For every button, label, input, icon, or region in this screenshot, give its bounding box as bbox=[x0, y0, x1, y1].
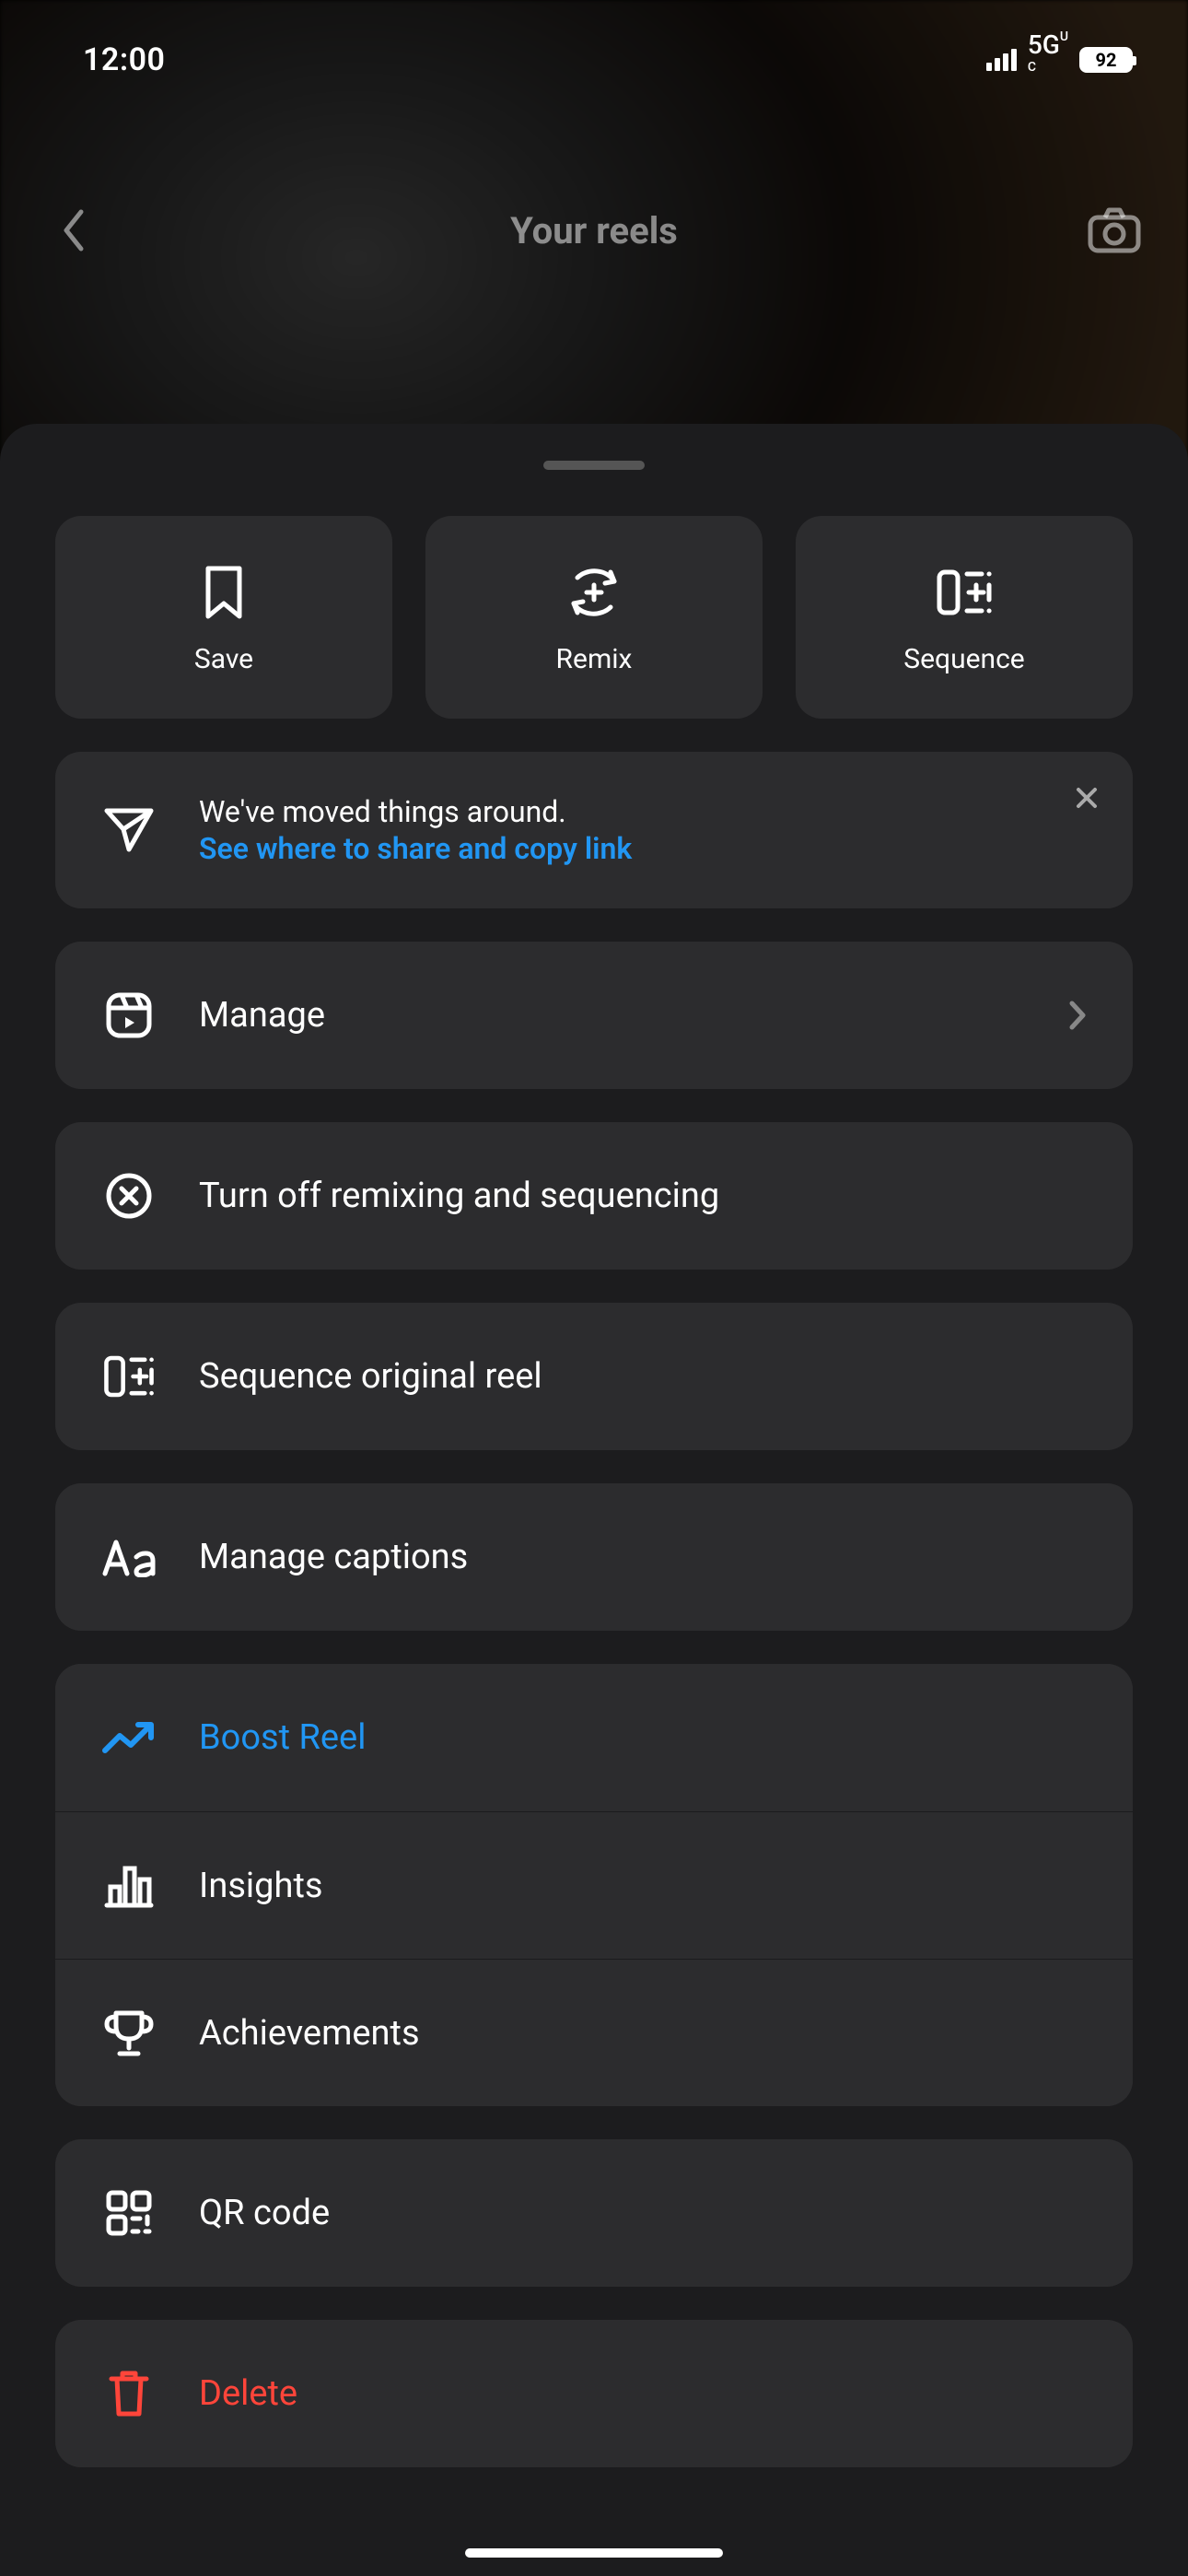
bookmark-icon bbox=[201, 560, 247, 625]
bar-chart-icon bbox=[101, 1858, 157, 1914]
boost-reel-label: Boost Reel bbox=[199, 1717, 1087, 1758]
remix-button[interactable]: Remix bbox=[425, 516, 763, 719]
achievements-label: Achievements bbox=[199, 2013, 1087, 2054]
insights-item[interactable]: Insights bbox=[55, 1811, 1133, 1959]
network-label: 5GUC bbox=[1028, 29, 1068, 90]
circle-x-icon bbox=[101, 1168, 157, 1224]
manage-captions-item[interactable]: Manage captions bbox=[55, 1483, 1133, 1631]
save-button[interactable]: Save bbox=[55, 516, 392, 719]
banner-close-button[interactable] bbox=[1068, 779, 1105, 816]
battery-level: 92 bbox=[1096, 49, 1117, 71]
remix-label: Remix bbox=[556, 643, 633, 675]
insights-label: Insights bbox=[199, 1866, 1087, 1906]
delete-label: Delete bbox=[199, 2373, 1087, 2414]
manage-captions-label: Manage captions bbox=[199, 1537, 1087, 1577]
qr-code-item[interactable]: QR code bbox=[55, 2139, 1133, 2287]
manage-item[interactable]: Manage bbox=[55, 942, 1133, 1089]
status-time: 12:00 bbox=[83, 41, 165, 78]
sequence-original-item[interactable]: Sequence original reel bbox=[55, 1303, 1133, 1450]
turn-off-remix-label: Turn off remixing and sequencing bbox=[199, 1176, 1087, 1216]
status-bar: 12:00 5GUC 92 bbox=[0, 0, 1188, 120]
sequence-add-icon bbox=[101, 1349, 157, 1404]
turn-off-remix-item[interactable]: Turn off remixing and sequencing bbox=[55, 1122, 1133, 1270]
qr-code-label: QR code bbox=[199, 2193, 1087, 2233]
trending-up-icon bbox=[101, 1710, 157, 1765]
action-sheet: Save Remix Seque bbox=[0, 424, 1188, 2576]
achievements-item[interactable]: Achievements bbox=[55, 1959, 1133, 2106]
reels-icon bbox=[101, 988, 157, 1043]
banner-title: We've moved things around. bbox=[199, 794, 1087, 829]
cellular-signal-icon bbox=[986, 49, 1017, 71]
sheet-grabber[interactable] bbox=[543, 461, 645, 470]
sequence-original-label: Sequence original reel bbox=[199, 1356, 1087, 1397]
remix-icon bbox=[566, 560, 622, 625]
top-actions-row: Save Remix Seque bbox=[55, 516, 1133, 719]
sequence-label: Sequence bbox=[903, 643, 1024, 675]
back-button[interactable] bbox=[46, 203, 101, 258]
manage-label: Manage bbox=[199, 995, 1026, 1036]
banner-text: We've moved things around. See where to … bbox=[199, 794, 1087, 866]
home-indicator[interactable] bbox=[465, 2548, 723, 2558]
camera-button[interactable] bbox=[1087, 203, 1142, 258]
promotion-group: Boost Reel Insights Achievements bbox=[55, 1664, 1133, 2106]
sequence-button[interactable]: Sequence bbox=[796, 516, 1133, 719]
save-label: Save bbox=[194, 643, 253, 675]
trophy-icon bbox=[101, 2006, 157, 2061]
trash-icon bbox=[101, 2366, 157, 2421]
camera-icon bbox=[1087, 206, 1142, 254]
boost-reel-item[interactable]: Boost Reel bbox=[55, 1664, 1133, 1811]
text-aa-icon bbox=[101, 1529, 157, 1585]
delete-item[interactable]: Delete bbox=[55, 2320, 1133, 2467]
chevron-right-icon bbox=[1068, 1000, 1087, 1031]
paper-plane-icon bbox=[101, 802, 157, 858]
nav-header: Your reels bbox=[0, 166, 1188, 295]
close-icon bbox=[1075, 786, 1099, 810]
qr-code-icon bbox=[101, 2185, 157, 2241]
battery-icon: 92 bbox=[1079, 47, 1133, 73]
sequence-icon bbox=[934, 560, 995, 625]
status-right: 5GUC 92 bbox=[986, 29, 1133, 90]
chevron-left-icon bbox=[61, 208, 87, 252]
banner-link[interactable]: See where to share and copy link bbox=[199, 831, 1087, 866]
share-info-banner[interactable]: We've moved things around. See where to … bbox=[55, 752, 1133, 908]
page-title: Your reels bbox=[510, 209, 678, 252]
